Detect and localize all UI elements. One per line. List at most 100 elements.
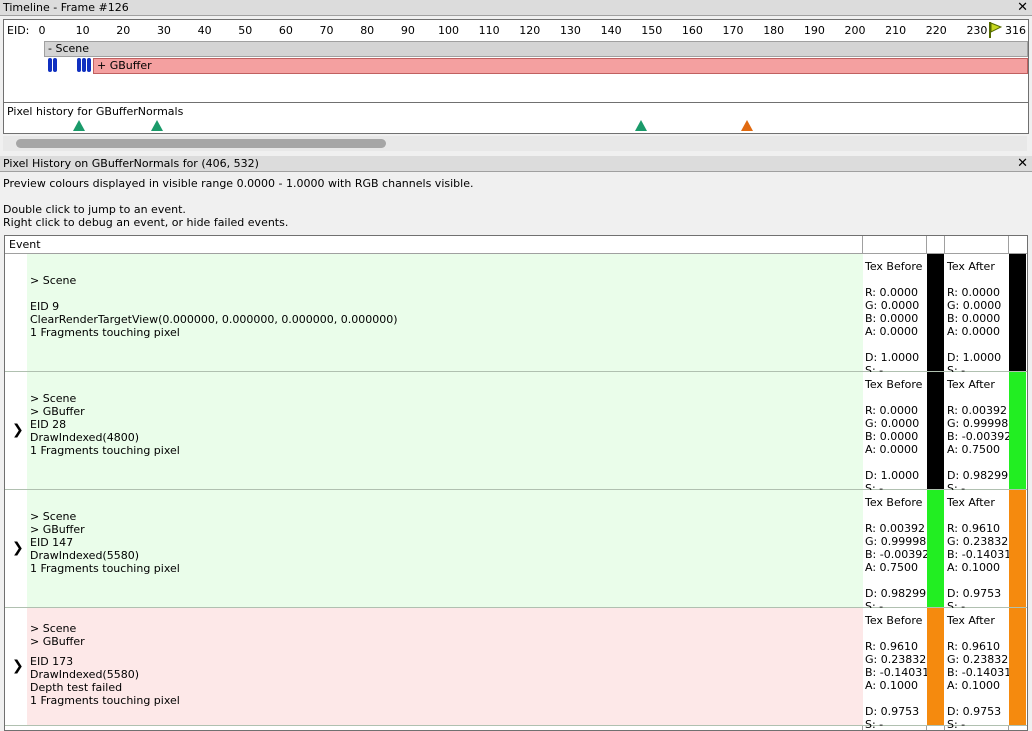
tex-before-a: A: 0.1000: [865, 679, 919, 692]
event-line: EID 173: [30, 655, 74, 668]
tex-after-a: A: 0.1000: [947, 561, 1001, 574]
tex-before-d: D: 0.98299: [865, 587, 927, 600]
tex-before-a: A: 0.0000: [865, 443, 919, 456]
pixel-history-track[interactable]: Pixel history for GBufferNormals: [3, 102, 1029, 134]
tex-after-b: B: -0.00392: [947, 430, 1012, 443]
event-marker[interactable]: [77, 58, 81, 72]
expand-chevron-icon[interactable]: ❯: [12, 422, 24, 438]
history-marker-pass[interactable]: [151, 120, 163, 131]
pixel-history-track-label: Pixel history for GBufferNormals: [7, 105, 184, 118]
event-cell[interactable]: > Scene EID 9 ClearRenderTargetView(0.0000…: [27, 254, 863, 371]
timeline-title: Timeline - Frame #126: [3, 1, 129, 14]
event-marker[interactable]: [53, 58, 57, 72]
tex-before-title: Tex Before: [865, 260, 923, 273]
before-color-swatch: [927, 490, 944, 607]
expand-chevron-icon[interactable]: ❯: [12, 658, 24, 674]
ruler-tick-label: 150: [641, 24, 663, 37]
before-color-swatch: [927, 372, 944, 489]
pixel-history-table[interactable]: Event > Scene EID 9 ClearRenderTargetView(…: [4, 235, 1028, 731]
event-line: > Scene: [30, 392, 77, 405]
tex-before-cell: Tex Before R: 0.9610 G: 0.23832 B: -0.14031…: [863, 608, 929, 730]
tex-before-g: G: 0.0000: [865, 417, 920, 430]
tex-before-s: S: -: [865, 718, 884, 731]
tex-after-g: G: 0.0000: [947, 299, 1002, 312]
eid-ruler[interactable]: EID: 0 10 20 30 40 50 60 70 80 90 100 110 120 130 140 1…: [3, 19, 1029, 41]
gbuffer-label: + GBuffer: [97, 59, 152, 72]
event-line: 1 Fragments touching pixel: [30, 562, 180, 575]
event-line: DrawIndexed(5580): [30, 668, 140, 681]
tex-after-d: D: 1.0000: [947, 351, 1002, 364]
ruler-tick-label: 60: [278, 24, 293, 37]
end-flag-icon[interactable]: [988, 21, 1003, 38]
tex-after-d: D: 0.98299: [947, 469, 1009, 482]
tex-after-r: R: 0.9610: [947, 522, 1000, 535]
tex-before-g: G: 0.99998: [865, 535, 927, 548]
close-icon[interactable]: ✕: [1017, 0, 1028, 15]
tex-after-a: A: 0.7500: [947, 443, 1001, 456]
tex-before-cell: Tex Before R: 0.0000 G: 0.0000 B: 0.0000 A: …: [863, 254, 923, 377]
scene-section[interactable]: - Scene: [44, 41, 1028, 57]
table-row[interactable]: > Scene > GBuffer EID 28 DrawIndexed(4800) 1…: [5, 372, 1027, 495]
tex-after-a: A: 0.1000: [947, 679, 1001, 692]
event-column-header[interactable]: Event: [9, 238, 41, 251]
before-color-swatch: [927, 608, 944, 725]
ruler-tick-label: 180: [763, 24, 785, 37]
event-marker[interactable]: [48, 58, 52, 72]
event-marker[interactable]: [82, 58, 86, 72]
tex-after-r: R: 0.00392: [947, 404, 1007, 417]
history-marker-pass[interactable]: [73, 120, 85, 131]
ruler-tick-label: 100: [438, 24, 459, 37]
tex-before-a: A: 0.7500: [865, 561, 919, 574]
tex-before-d: D: 0.9753: [865, 705, 920, 718]
ruler-tick-label: 190: [803, 24, 825, 37]
info-double-click: Double click to jump to an event.: [3, 203, 186, 216]
expand-chevron-icon[interactable]: ❯: [12, 540, 24, 556]
event-cell[interactable]: > Scene > GBuffer EID 147 DrawIndexed(5580)…: [27, 490, 863, 607]
event-line: > Scene: [30, 510, 77, 523]
event-line: 1 Fragments touching pixel: [30, 326, 180, 339]
tex-after-title: Tex After: [947, 614, 995, 627]
ruler-tick-label: 30: [156, 24, 171, 37]
ruler-tick-label: 220: [925, 24, 947, 37]
tex-before-b: B: 0.0000: [865, 430, 919, 443]
tex-after-a: A: 0.0000: [947, 325, 1001, 338]
after-color-swatch: [1009, 254, 1026, 371]
event-line: EID 147: [30, 536, 74, 549]
table-row[interactable]: > Scene > GBuffer EID 147 DrawIndexed(5580)…: [5, 490, 1027, 613]
tex-after-cell: Tex After R: 0.0000 G: 0.0000 B: 0.0000 A: 0…: [945, 254, 1005, 377]
event-line: EID 9: [30, 300, 60, 313]
event-cell[interactable]: > Scene > GBuffer EID 173 DrawIndexed(5580)…: [27, 608, 863, 725]
history-marker-fail[interactable]: [741, 120, 753, 131]
tex-before-d: D: 1.0000: [865, 351, 920, 364]
close-icon[interactable]: ✕: [1017, 156, 1028, 171]
tex-after-r: R: 0.0000: [947, 286, 1000, 299]
tex-after-r: R: 0.9610: [947, 640, 1000, 653]
end-eid-label: 316: [1005, 24, 1026, 37]
event-line: EID 28: [30, 418, 67, 431]
event-line: DrawIndexed(4800): [30, 431, 140, 444]
pixel-history-titlebar: Pixel History on GBufferNormals for (406…: [0, 156, 1032, 172]
tex-after-d: D: 0.9753: [947, 587, 1002, 600]
table-row[interactable]: > Scene > GBuffer EID 173 DrawIndexed(5580)…: [5, 608, 1027, 730]
ruler-tick-label: 70: [319, 24, 334, 37]
scrollbar-thumb[interactable]: [16, 139, 386, 148]
table-row[interactable]: > Scene EID 9 ClearRenderTargetView(0.0000…: [5, 254, 1027, 377]
gbuffer-section[interactable]: + GBuffer: [93, 58, 1028, 74]
ruler-tick-label: 50: [238, 24, 253, 37]
event-line: > Scene: [30, 274, 77, 287]
timeline-scrollbar[interactable]: [3, 136, 1027, 151]
ruler-tick-label: 140: [600, 24, 622, 37]
event-line: > GBuffer: [30, 405, 85, 418]
tex-before-title: Tex Before: [865, 496, 923, 509]
event-line: > GBuffer: [30, 523, 85, 536]
tex-before-r: R: 0.0000: [865, 404, 918, 417]
event-marker[interactable]: [87, 58, 91, 72]
event-cell[interactable]: > Scene > GBuffer EID 28 DrawIndexed(4800) 1…: [27, 372, 863, 489]
ruler-tick-label: 20: [116, 24, 131, 37]
timeline-section-area[interactable]: - Scene + GBuffer: [3, 39, 1029, 103]
tex-before-r: R: 0.9610: [865, 640, 918, 653]
history-marker-pass[interactable]: [635, 120, 647, 131]
pixel-history-title: Pixel History on GBufferNormals for (406…: [3, 157, 259, 170]
tex-after-g: G: 0.23832: [947, 535, 1009, 548]
ruler-tick-label: 0: [38, 24, 46, 37]
